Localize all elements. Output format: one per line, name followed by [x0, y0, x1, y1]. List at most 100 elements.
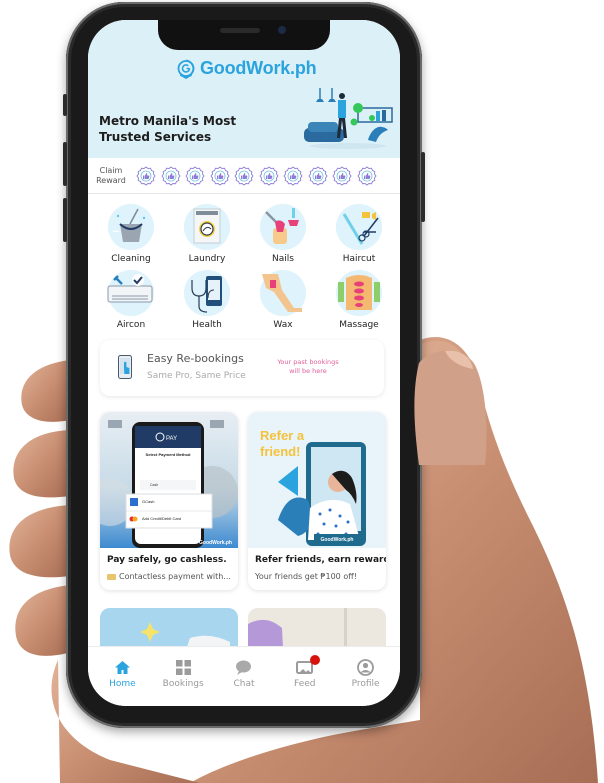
- svg-text:Cash: Cash: [150, 483, 158, 487]
- services-grid: Cleaning Laundry Nails Haircut Aircon He…: [88, 204, 400, 330]
- scissors-comb-icon: [336, 204, 382, 250]
- tab-label: Profile: [351, 679, 380, 689]
- tab-bookings[interactable]: Bookings: [153, 647, 213, 706]
- feed-notification-dot: [309, 655, 320, 665]
- svg-text:Add Credit/Debit Card: Add Credit/Debit Card: [142, 516, 181, 521]
- service-health[interactable]: Health: [174, 270, 240, 330]
- service-wax[interactable]: Wax: [250, 270, 316, 330]
- power-button: [421, 152, 425, 222]
- svg-text:GoodWork.ph: GoodWork.ph: [321, 537, 354, 543]
- tab-label: Bookings: [162, 679, 204, 689]
- gpay-brand: PAY: [166, 436, 177, 442]
- tab-profile[interactable]: Profile: [336, 647, 396, 706]
- service-label: Haircut: [342, 254, 376, 264]
- rebookings-title: Easy Re-bookings: [147, 352, 244, 365]
- promo-title: Refer friends, earn rewards!: [255, 555, 386, 565]
- services-row-2: Aircon Health Wax Massage: [88, 270, 400, 330]
- claim-reward-strip: Claim Reward: [88, 158, 400, 194]
- profile-icon: [357, 659, 374, 676]
- thumbs-up-badge-icon[interactable]: [234, 165, 254, 186]
- thumbs-up-badge-icon[interactable]: [209, 165, 230, 186]
- thumbs-up-badge-icon[interactable]: [332, 165, 352, 186]
- claim-reward-line2: Reward: [96, 175, 126, 185]
- tab-label: Feed: [294, 679, 316, 689]
- services-row-1: Cleaning Laundry Nails Haircut: [88, 204, 400, 264]
- past-bookings-empty-state: Your past bookings will be here: [268, 358, 348, 376]
- claim-reward-label: Claim Reward: [88, 166, 134, 186]
- service-label: Laundry: [188, 254, 226, 264]
- chat-bubble-icon: [236, 660, 252, 675]
- thumbs-up-badge-icon[interactable]: [136, 165, 156, 186]
- brand-name: GoodWork.ph: [200, 58, 317, 78]
- tab-home[interactable]: Home: [92, 647, 152, 706]
- notch: [158, 20, 330, 50]
- promo-subtitle: Your friends get ₱100 off!: [255, 572, 357, 581]
- goodwork-logo-icon: [177, 59, 195, 79]
- svg-text:GCash: GCash: [142, 499, 154, 504]
- leg-wax-icon: [260, 270, 306, 316]
- service-label: Aircon: [116, 320, 146, 330]
- thumb: [414, 350, 487, 465]
- home-icon: [114, 661, 130, 674]
- promo-card-refer[interactable]: Refer a friend! GoodWork.ph Refer friend…: [248, 412, 386, 590]
- easy-rebookings-card[interactable]: Easy Re-bookings Same Pro, Same Price Yo…: [100, 340, 384, 396]
- cashless-promo-image: PAY Select Payment Method Cash GCash Add…: [100, 412, 238, 548]
- thumbs-up-badge-icon[interactable]: [185, 165, 205, 186]
- brand-logo: GoodWork.ph: [176, 58, 317, 79]
- service-haircut[interactable]: Haircut: [326, 204, 392, 264]
- volume-up-button: [63, 142, 67, 186]
- cleaner-illustration-icon: [304, 88, 393, 149]
- tab-label: Home: [109, 679, 136, 689]
- promo-subtitle-text: Your friends get ₱100 off!: [255, 572, 357, 581]
- svg-text:GoodWork.ph: GoodWork.ph: [199, 540, 232, 546]
- service-laundry[interactable]: Laundry: [174, 204, 240, 264]
- washing-machine-icon: [184, 204, 230, 250]
- thumbs-up-badge-icon[interactable]: [356, 165, 377, 186]
- tab-feed[interactable]: Feed: [275, 647, 335, 706]
- service-label: Wax: [273, 320, 293, 330]
- nail-polish-icon: [260, 204, 306, 250]
- service-aircon[interactable]: Aircon: [98, 270, 164, 330]
- front-camera: [278, 26, 286, 34]
- app-screen: GoodWork.ph Metro Manila's Most Trusted …: [88, 20, 400, 706]
- svg-text:Select Payment Method: Select Payment Method: [146, 452, 191, 457]
- bottom-navigation: Home Bookings Chat Feed Profile: [88, 646, 400, 706]
- service-label: Massage: [339, 320, 379, 330]
- service-massage[interactable]: Massage: [326, 270, 392, 330]
- claim-reward-line1: Claim: [99, 165, 123, 175]
- promo-card-cashless[interactable]: PAY Select Payment Method Cash GCash Add…: [100, 412, 238, 590]
- promo-title: Pay safely, go cashless.: [107, 555, 227, 565]
- credit-card-icon: [107, 573, 116, 580]
- refer-friend-illustration-icon: Refer a friend! GoodWork.ph: [248, 412, 386, 548]
- phone-frame: GoodWork.ph Metro Manila's Most Trusted …: [63, 2, 425, 728]
- tab-chat[interactable]: Chat: [214, 647, 274, 706]
- empty-state-line1: Your past bookings: [277, 358, 339, 366]
- refer-promo-image: Refer a friend! GoodWork.ph: [248, 412, 386, 548]
- thumbs-up-badge-icon[interactable]: [258, 165, 279, 186]
- svg-text:friend!: friend!: [260, 444, 300, 459]
- silent-switch: [63, 94, 67, 116]
- promo-subtitle: Contactless payment with...: [107, 572, 231, 581]
- service-label: Nails: [272, 254, 294, 264]
- service-label: Health: [192, 320, 222, 330]
- promo-subtitle-text: Contactless payment with...: [119, 572, 231, 581]
- phone-tap-icon: [118, 355, 132, 379]
- aircon-unit-icon: [107, 270, 154, 316]
- tagline: Metro Manila's Most Trusted Services: [99, 114, 237, 144]
- speaker-grille: [220, 28, 260, 33]
- rebookings-subtitle: Same Pro, Same Price: [147, 371, 246, 381]
- gpay-phone-illustration-icon: PAY Select Payment Method Cash GCash Add…: [100, 412, 238, 548]
- reward-badges: [136, 165, 377, 186]
- thumbs-up-badge-icon[interactable]: [283, 165, 303, 186]
- cleaning-bucket-icon: [108, 204, 154, 250]
- service-cleaning[interactable]: Cleaning: [98, 204, 164, 264]
- thumbs-up-badge-icon[interactable]: [307, 165, 328, 186]
- back-massage-icon: [336, 270, 382, 316]
- thumbs-up-badge-icon[interactable]: [160, 165, 181, 186]
- stethoscope-phone-icon: [184, 270, 230, 316]
- svg-text:Refer a: Refer a: [260, 428, 305, 443]
- service-nails[interactable]: Nails: [250, 204, 316, 264]
- volume-down-button: [63, 198, 67, 242]
- empty-state-line2: will be here: [289, 367, 327, 375]
- service-label: Cleaning: [111, 254, 151, 264]
